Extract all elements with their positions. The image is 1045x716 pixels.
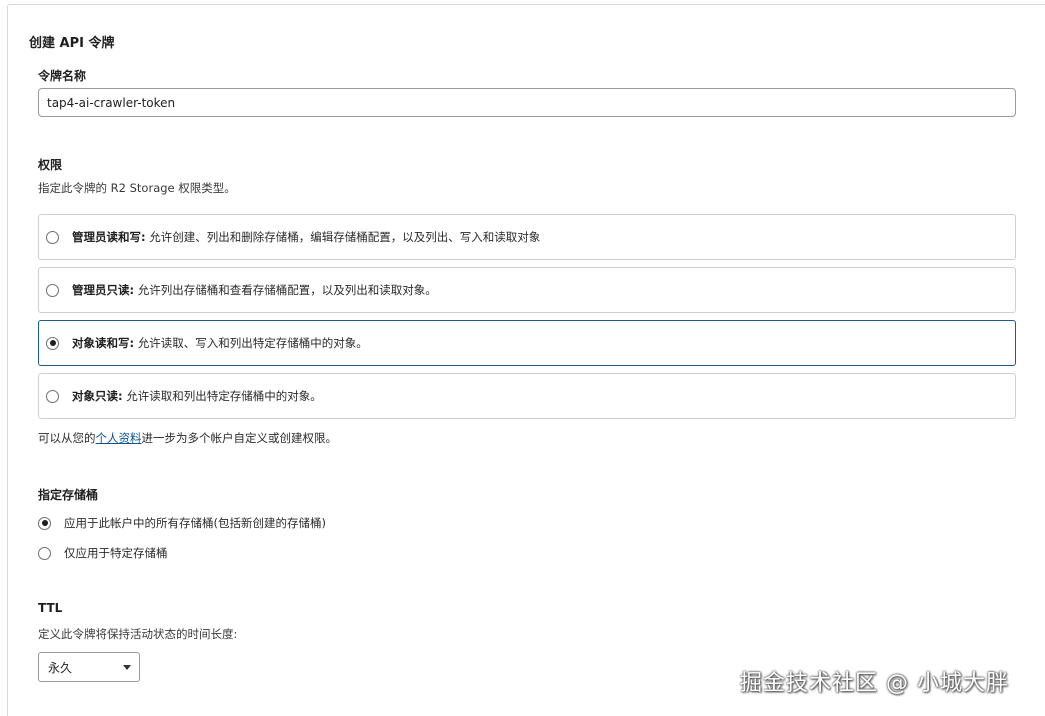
bucket-scope-option-label: 应用于此帐户中的所有存储桶(包括新创建的存储桶) [64,516,326,530]
permission-option-text: 对象读和写: 允许读取、写入和列出特定存储桶中的对象。 [72,335,368,351]
permission-option-desc: 允许读取、写入和列出特定存储桶中的对象。 [134,336,368,350]
watermark: 掘金技术社区 @ 小城大胖 [740,671,1009,696]
token-name-label: 令牌名称 [38,69,87,83]
ttl-select-value: 永久 [48,660,73,675]
permission-option-title: 对象只读: [72,389,123,403]
radio-button[interactable] [46,336,59,350]
permissions-note: 可以从您的个人资料进一步为多个帐户自定义或创建权限。 [38,430,337,446]
profile-link[interactable]: 个人资料 [96,431,142,445]
permissions-description: 指定此令牌的 R2 Storage 权限类型。 [38,181,236,195]
bucket-scope-option-all[interactable]: 应用于此帐户中的所有存储桶(包括新创建的存储桶) [38,515,326,531]
radio-button[interactable] [46,283,59,297]
bucket-scope-option-label: 仅应用于特定存储桶 [64,546,168,560]
radio-button[interactable] [46,389,59,403]
radio-button[interactable] [38,516,51,530]
permission-option-object-read-write[interactable]: 对象读和写: 允许读取、写入和列出特定存储桶中的对象。 [38,320,1016,366]
permission-option-desc: 允许读取和列出特定存储桶中的对象。 [122,389,322,403]
permission-option-text: 对象只读: 允许读取和列出特定存储桶中的对象。 [72,388,322,404]
permission-option-text: 管理员只读: 允许列出存储桶和查看存储桶配置，以及列出和读取对象。 [72,282,437,298]
note-prefix: 可以从您的 [38,431,96,445]
bucket-scope-label: 指定存储桶 [38,488,99,502]
ttl-description: 定义此令牌将保持活动状态的时间长度: [38,627,238,641]
permission-option-desc: 允许创建、列出和删除存储桶，编辑存储桶配置，以及列出、写入和读取对象 [145,230,541,244]
token-name-input[interactable] [38,88,1016,117]
chevron-down-icon [123,664,131,670]
permission-option-title: 管理员读和写: [72,230,146,244]
radio-button[interactable] [38,546,51,560]
permission-option-title: 对象读和写: [72,336,135,350]
permission-option-admin-read-write[interactable]: 管理员读和写: 允许创建、列出和删除存储桶，编辑存储桶配置，以及列出、写入和读取… [38,214,1016,260]
permission-option-object-read-only[interactable]: 对象只读: 允许读取和列出特定存储桶中的对象。 [38,373,1016,419]
permissions-label: 权限 [38,158,63,172]
ttl-select[interactable]: 永久 [38,652,140,682]
bucket-scope-option-specific[interactable]: 仅应用于特定存储桶 [38,545,168,561]
permission-option-text: 管理员读和写: 允许创建、列出和删除存储桶，编辑存储桶配置，以及列出、写入和读取… [72,229,540,245]
permission-option-admin-read-only[interactable]: 管理员只读: 允许列出存储桶和查看存储桶配置，以及列出和读取对象。 [38,267,1016,313]
note-suffix: 进一步为多个帐户自定义或创建权限。 [141,431,338,445]
ttl-label: TTL [38,601,63,615]
radio-button[interactable] [46,230,59,244]
permission-option-desc: 允许列出存储桶和查看存储桶配置，以及列出和读取对象。 [134,283,437,297]
page-title: 创建 API 令牌 [29,36,115,51]
permission-option-title: 管理员只读: [72,283,135,297]
